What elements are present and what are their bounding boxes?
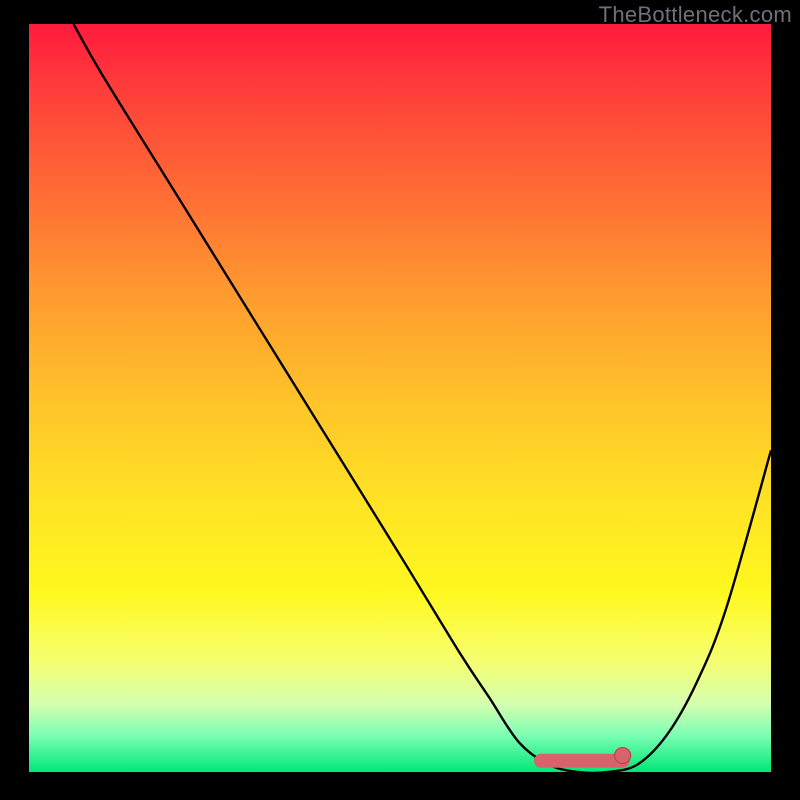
watermark-text: TheBottleneck.com xyxy=(599,2,792,28)
chart-plot-area xyxy=(29,24,771,772)
bottleneck-chart-svg xyxy=(29,24,771,772)
optimal-marker-dot xyxy=(615,748,631,764)
bottleneck-curve-path xyxy=(74,24,771,772)
